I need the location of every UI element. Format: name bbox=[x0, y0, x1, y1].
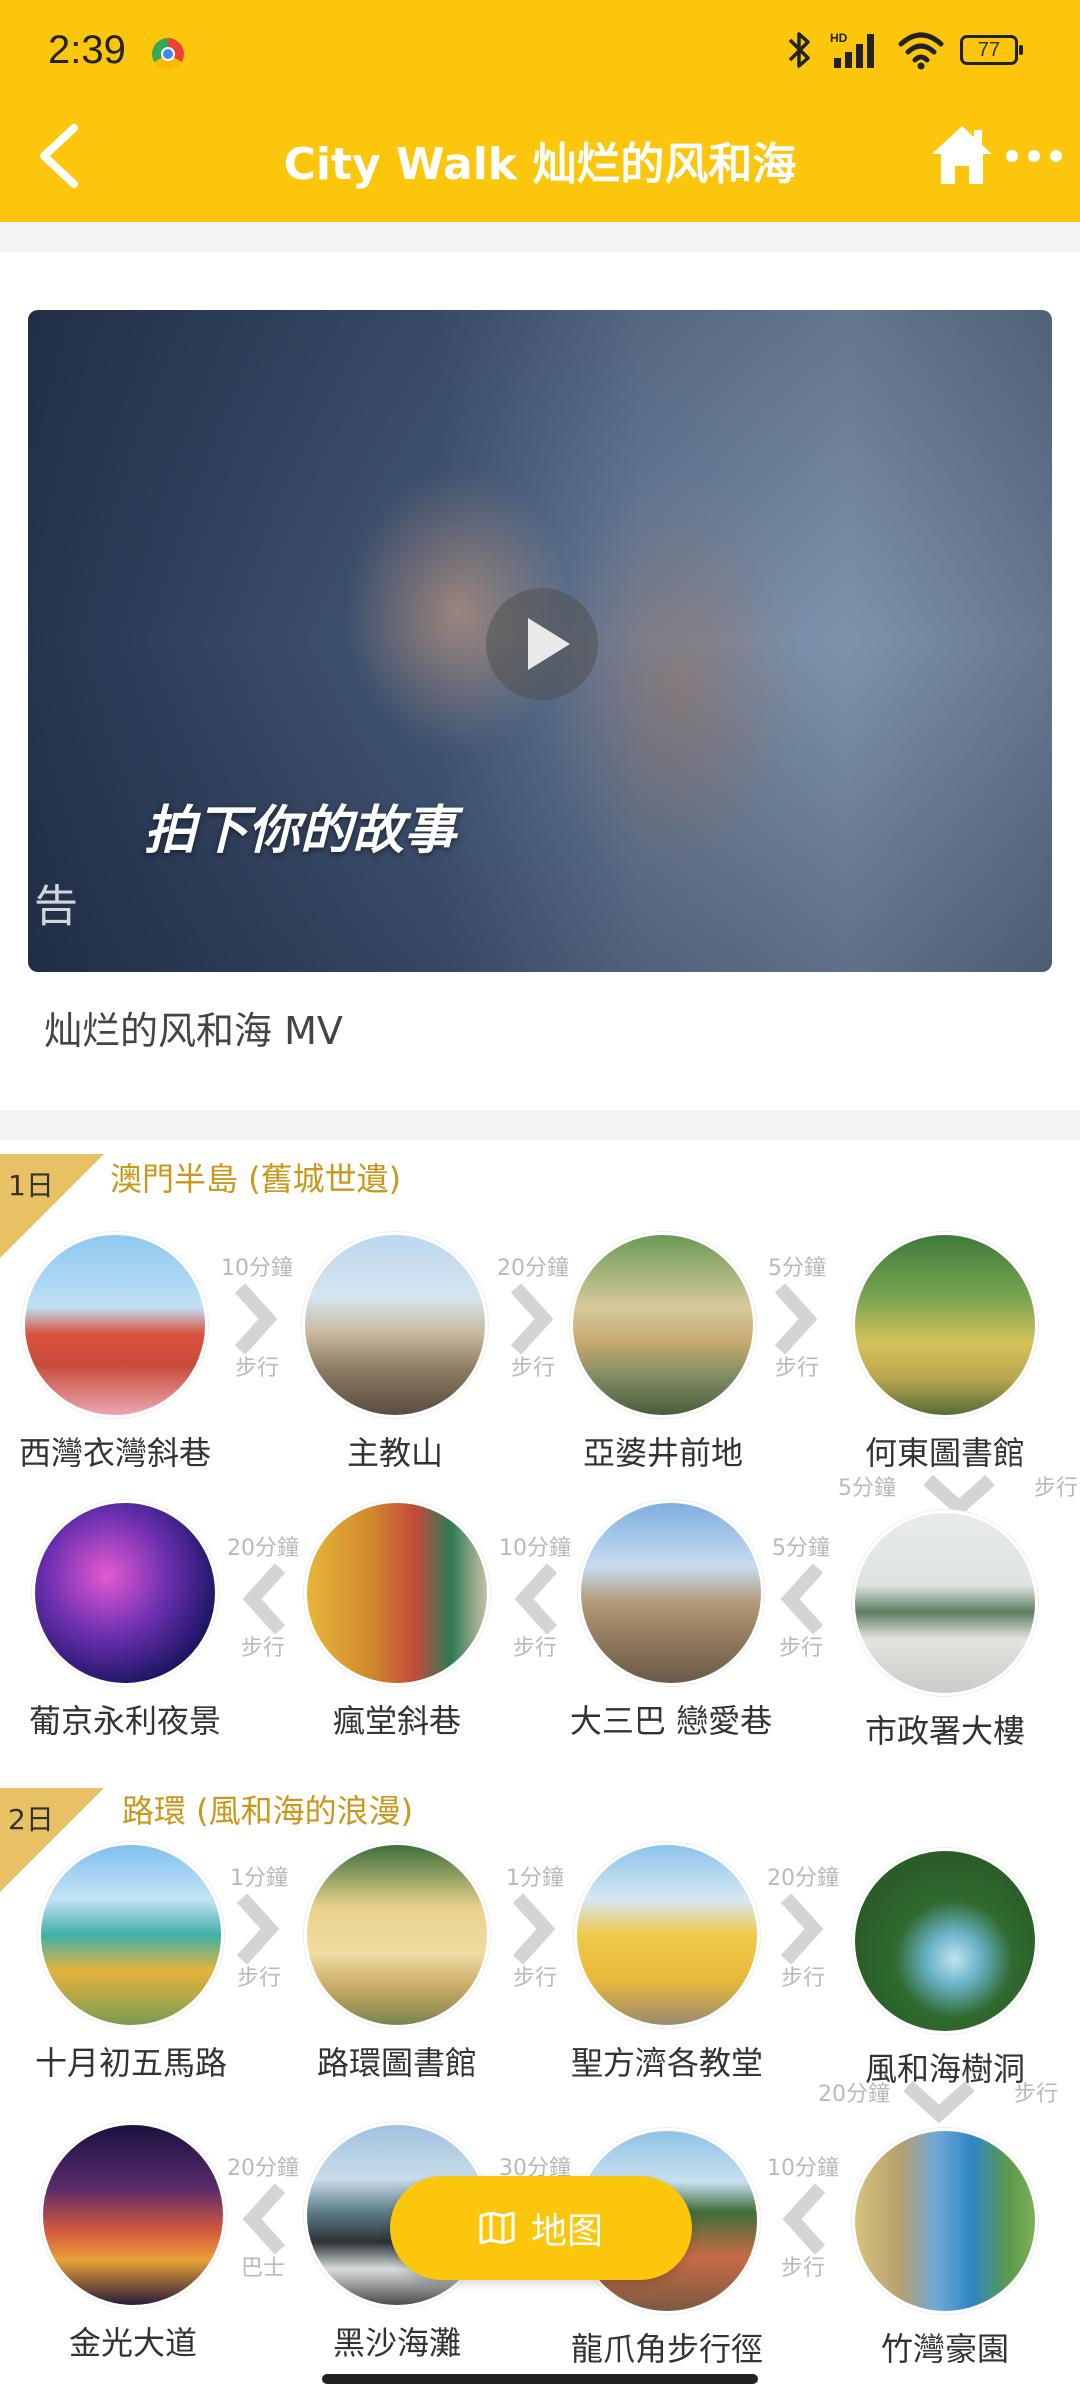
stop-name: 亞婆井前地 bbox=[582, 1434, 743, 1472]
app-bar: 2:39 HD 77 City Walk 灿烂的风和海 bbox=[0, 0, 1080, 222]
bluetooth-icon bbox=[788, 32, 810, 68]
stop-photo[interactable] bbox=[302, 1232, 488, 1418]
connector-mode: 步行 bbox=[1013, 2082, 1058, 2107]
stop-item[interactable]: 十月初五馬路 bbox=[16, 1842, 246, 2084]
stop-photo[interactable] bbox=[38, 1842, 224, 2028]
chevron-right-icon bbox=[234, 1284, 278, 1354]
stop-photo[interactable] bbox=[852, 1232, 1038, 1418]
connector-right: 5分鐘 步行 bbox=[752, 1250, 842, 1390]
stop-photo[interactable] bbox=[40, 2122, 226, 2308]
stop-item[interactable]: 聖方濟各教堂 bbox=[552, 1842, 782, 2084]
chevron-left-icon bbox=[780, 1564, 824, 1634]
day-1-title: 澳門半島 (舊城世遺) bbox=[110, 1160, 402, 1198]
stop-name: 市政署大樓 bbox=[864, 1712, 1025, 1750]
video-card: 拍下你的故事 告 灿烂的风和海 MV bbox=[0, 252, 1080, 1110]
day-2-label: 2日 bbox=[8, 1803, 54, 1836]
battery-level: 77 bbox=[977, 38, 1001, 61]
stop-name: 金光大道 bbox=[68, 2324, 197, 2362]
home-icon bbox=[932, 126, 992, 184]
stop-item[interactable]: 瘋堂斜巷 bbox=[282, 1500, 512, 1742]
stop-item[interactable]: 何東圖書館 bbox=[830, 1232, 1060, 1474]
stop-name: 聖方濟各教堂 bbox=[570, 2044, 763, 2082]
map-button-label: 地图 bbox=[530, 2211, 603, 2252]
more-dots-icon bbox=[1006, 150, 1062, 162]
status-icons: HD 77 bbox=[784, 30, 1023, 70]
page-title: City Walk 灿烂的风和海 bbox=[283, 139, 797, 190]
stop-item[interactable]: 主教山 bbox=[280, 1232, 510, 1474]
map-icon bbox=[479, 2212, 515, 2244]
stop-photo[interactable] bbox=[578, 1500, 764, 1686]
stop-name: 瘋堂斜巷 bbox=[332, 1702, 461, 1740]
chevron-right-icon bbox=[774, 1284, 818, 1354]
connector-time: 5分鐘 bbox=[768, 1256, 826, 1281]
stop-photo[interactable] bbox=[852, 1510, 1038, 1696]
signal-icon: HD bbox=[830, 31, 874, 68]
stop-photo[interactable] bbox=[32, 1500, 218, 1686]
stop-item[interactable]: 市政署大樓 bbox=[830, 1510, 1060, 1752]
stop-photo[interactable] bbox=[852, 2128, 1038, 2314]
stop-item[interactable]: 大三巴 戀愛巷 bbox=[556, 1500, 786, 1742]
day-2-title: 路環 (風和海的浪漫) bbox=[122, 1792, 414, 1830]
video-player[interactable]: 拍下你的故事 告 bbox=[28, 310, 1052, 972]
home-button[interactable] bbox=[930, 122, 994, 188]
stop-item[interactable]: 亞婆井前地 bbox=[548, 1232, 778, 1474]
stop-name: 黑沙海灘 bbox=[332, 2324, 461, 2362]
stop-name: 主教山 bbox=[346, 1434, 443, 1472]
chevron-left-icon bbox=[242, 1564, 286, 1634]
stop-photo[interactable] bbox=[574, 1842, 760, 2028]
stop-item[interactable]: 風和海樹洞 bbox=[830, 1848, 1060, 2090]
stop-item[interactable]: 竹灣豪園 bbox=[830, 2128, 1060, 2370]
chrome-notification-icon bbox=[152, 38, 184, 70]
connector-mode: 步行 bbox=[1033, 1476, 1078, 1501]
chevron-right-icon bbox=[236, 1894, 280, 1964]
stop-item[interactable]: 金光大道 bbox=[18, 2122, 248, 2364]
wifi-icon bbox=[898, 32, 944, 70]
connector-mode: 步行 bbox=[774, 1356, 819, 1381]
home-indicator[interactable] bbox=[322, 2374, 758, 2384]
connector-time: 5分鐘 bbox=[838, 1476, 896, 1501]
status-time: 2:39 bbox=[48, 28, 126, 72]
stop-item[interactable]: 葡京永利夜景 bbox=[10, 1500, 240, 1742]
svg-text:HD: HD bbox=[830, 31, 848, 45]
video-caption: 拍下你的故事 bbox=[144, 801, 457, 861]
connector-time: 20分鐘 bbox=[818, 2082, 890, 2107]
stop-name: 大三巴 戀愛巷 bbox=[569, 1702, 773, 1740]
video-title: 灿烂的风和海 MV bbox=[44, 1009, 343, 1053]
more-options-button[interactable] bbox=[1004, 146, 1064, 166]
stop-name: 十月初五馬路 bbox=[34, 2044, 227, 2082]
stop-name: 何東圖書館 bbox=[864, 1434, 1025, 1472]
play-button[interactable] bbox=[486, 588, 598, 700]
stop-photo[interactable] bbox=[570, 1232, 756, 1418]
chevron-left-icon bbox=[242, 2184, 286, 2254]
chevron-left-icon bbox=[782, 2184, 826, 2254]
stop-photo[interactable] bbox=[304, 1842, 490, 2028]
chevron-right-icon bbox=[780, 1894, 824, 1964]
stop-photo[interactable] bbox=[22, 1232, 208, 1418]
battery-indicator: 77 bbox=[960, 35, 1023, 65]
day-1-label: 1日 bbox=[8, 1169, 54, 1202]
stop-name: 龍爪角步行徑 bbox=[570, 2330, 763, 2368]
video-corner-text: 告 bbox=[34, 881, 78, 932]
stop-name: 西灣衣灣斜巷 bbox=[18, 1434, 211, 1472]
chevron-left-icon bbox=[514, 1564, 558, 1634]
stop-photo[interactable] bbox=[304, 1500, 490, 1686]
stop-photo[interactable] bbox=[852, 1848, 1038, 2034]
chevron-down-icon bbox=[904, 2080, 974, 2124]
stop-item[interactable]: 路環圖書館 bbox=[282, 1842, 512, 2084]
stop-name: 葡京永利夜景 bbox=[28, 1702, 221, 1740]
stop-name: 路環圖書館 bbox=[316, 2044, 477, 2082]
map-button[interactable]: 地图 bbox=[390, 2176, 692, 2280]
stop-item[interactable]: 西灣衣灣斜巷 bbox=[0, 1232, 230, 1474]
stop-name: 竹灣豪園 bbox=[880, 2330, 1009, 2368]
